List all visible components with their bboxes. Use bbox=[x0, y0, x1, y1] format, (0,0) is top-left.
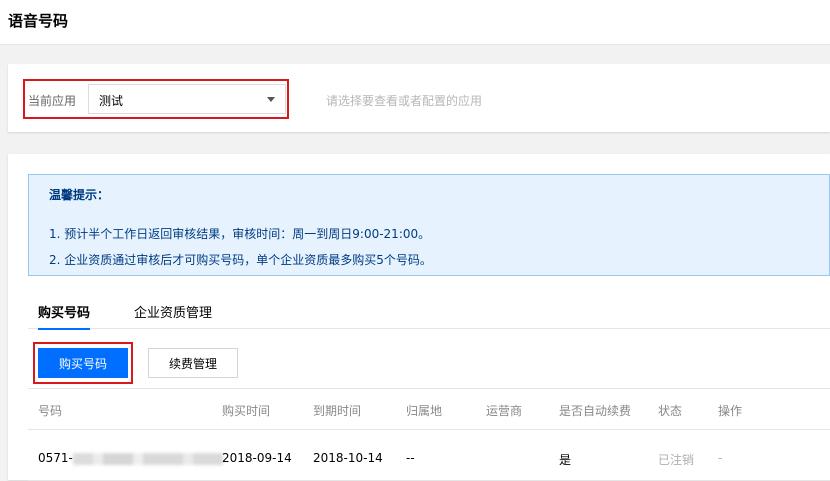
column-header: 号码 bbox=[38, 404, 63, 418]
purchase-time-cell: 2018-09-14 bbox=[222, 451, 292, 465]
notice-item: 1. 预计半个工作日返回审核结果，审核时间：周一到周日9:00-21:00。 bbox=[49, 227, 431, 241]
column-header: 归属地 bbox=[406, 404, 443, 418]
tab-enterprise-qualification[interactable]: 企业资质管理 bbox=[134, 302, 212, 328]
auto-renew-cell: 是 bbox=[559, 453, 572, 467]
numbers-table: 号码 购买时间 到期时间 归属地 运营商 是否自动续费 状态 操作 0571- … bbox=[28, 388, 830, 481]
app-selector-hint: 请选择要查看或者配置的应用 bbox=[326, 94, 483, 108]
app-selector-panel: 当前应用 测试 请选择要查看或者配置的应用 bbox=[8, 64, 830, 132]
status-cell: 已注销 bbox=[658, 453, 695, 467]
column-header: 操作 bbox=[718, 404, 743, 418]
page-header: 语音号码 bbox=[0, 0, 830, 45]
redacted-number bbox=[72, 452, 223, 465]
app-select-dropdown[interactable]: 测试 bbox=[88, 84, 286, 114]
main-content: 温馨提示： 1. 预计半个工作日返回审核结果，审核时间：周一到周日9:00-21… bbox=[8, 154, 830, 481]
notice-title: 温馨提示： bbox=[49, 188, 110, 202]
buy-number-button[interactable]: 购买号码 bbox=[38, 348, 128, 378]
number-cell: 0571- bbox=[38, 451, 223, 465]
column-header: 购买时间 bbox=[222, 404, 271, 418]
table-row: 0571- 2018-09-14 2018-10-14 -- 是 已注销 - bbox=[28, 430, 830, 481]
column-header: 运营商 bbox=[486, 404, 523, 418]
column-header: 状态 bbox=[658, 404, 683, 418]
column-header: 是否自动续费 bbox=[559, 404, 632, 418]
app-select-value: 测试 bbox=[99, 94, 124, 108]
number-prefix: 0571- bbox=[38, 451, 73, 465]
operation-cell: - bbox=[718, 451, 723, 465]
chevron-down-icon bbox=[267, 97, 275, 102]
app-selector-label: 当前应用 bbox=[28, 94, 77, 108]
page-title: 语音号码 bbox=[8, 12, 69, 30]
expire-time-cell: 2018-10-14 bbox=[313, 451, 383, 465]
column-header: 到期时间 bbox=[313, 404, 362, 418]
renew-management-button[interactable]: 续费管理 bbox=[148, 348, 238, 378]
table-header: 号码 购买时间 到期时间 归属地 运营商 是否自动续费 状态 操作 bbox=[28, 388, 830, 430]
tab-bar: 购买号码 企业资质管理 bbox=[28, 298, 830, 330]
notice-box: 温馨提示： 1. 预计半个工作日返回审核结果，审核时间：周一到周日9:00-21… bbox=[28, 174, 830, 276]
notice-item: 2. 企业资质通过审核后才可购买号码，单个企业资质最多购买5个号码。 bbox=[49, 253, 432, 267]
location-cell: -- bbox=[406, 451, 415, 465]
tab-buy-number[interactable]: 购买号码 bbox=[38, 302, 91, 330]
